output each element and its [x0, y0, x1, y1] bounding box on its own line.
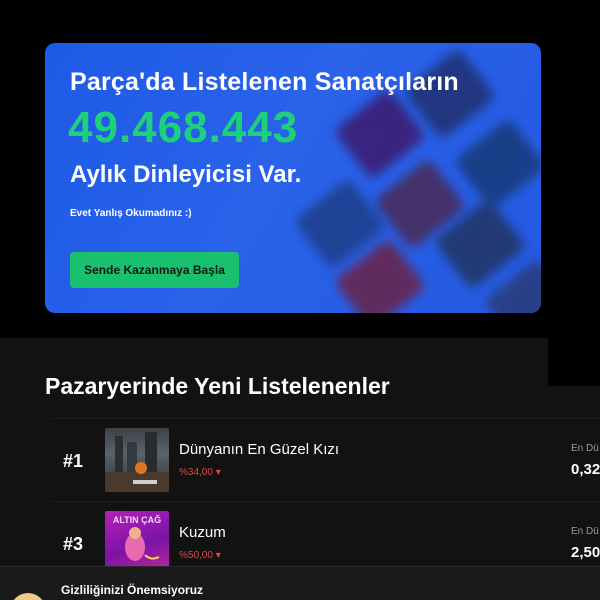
listing-rank: #1 [63, 451, 84, 471]
stat-value: 2,50 [571, 544, 600, 561]
price-change: %50,00 ▾ [179, 550, 221, 561]
hero-note: Evet Yanlış Okumadınız :) [70, 208, 192, 219]
hero-subtitle: Aylık Dinleyicisi Var. [70, 161, 302, 188]
price-change: %34,00 ▾ [179, 467, 221, 478]
section-title: Pazaryerinde Yeni Listelenenler [45, 373, 390, 399]
section-corner [548, 338, 600, 386]
stat-value: 0,32 [571, 461, 600, 478]
hero-banner: Parça'da Listelenen Sanatçıların 49.468.… [45, 43, 541, 313]
hero-title: Parça'da Listelenen Sanatçıların [70, 68, 459, 96]
privacy-banner: Gizliliğinizi Önemsiyoruz [0, 566, 600, 600]
track-title[interactable]: Dünyanın En Güzel Kızı [179, 441, 339, 458]
privacy-title: Gizliliğinizi Önemsiyoruz [61, 583, 204, 597]
cover-title: ALTIN ÇAĞ [113, 514, 161, 525]
start-earning-button[interactable]: Sende Kazanmaya Başla [70, 252, 239, 288]
stat-label: En Dü [571, 443, 599, 454]
listener-count: 49.468.443 [68, 103, 299, 152]
cookie-icon [10, 593, 46, 600]
listing-row[interactable]: #1 Dünyanın En Güzel Kızı %34,00 ▾ En Dü… [52, 418, 600, 500]
stat-label: En Dü [571, 526, 599, 537]
track-title[interactable]: Kuzum [179, 524, 226, 541]
listing-rank: #3 [63, 534, 84, 554]
album-cover [105, 428, 169, 492]
